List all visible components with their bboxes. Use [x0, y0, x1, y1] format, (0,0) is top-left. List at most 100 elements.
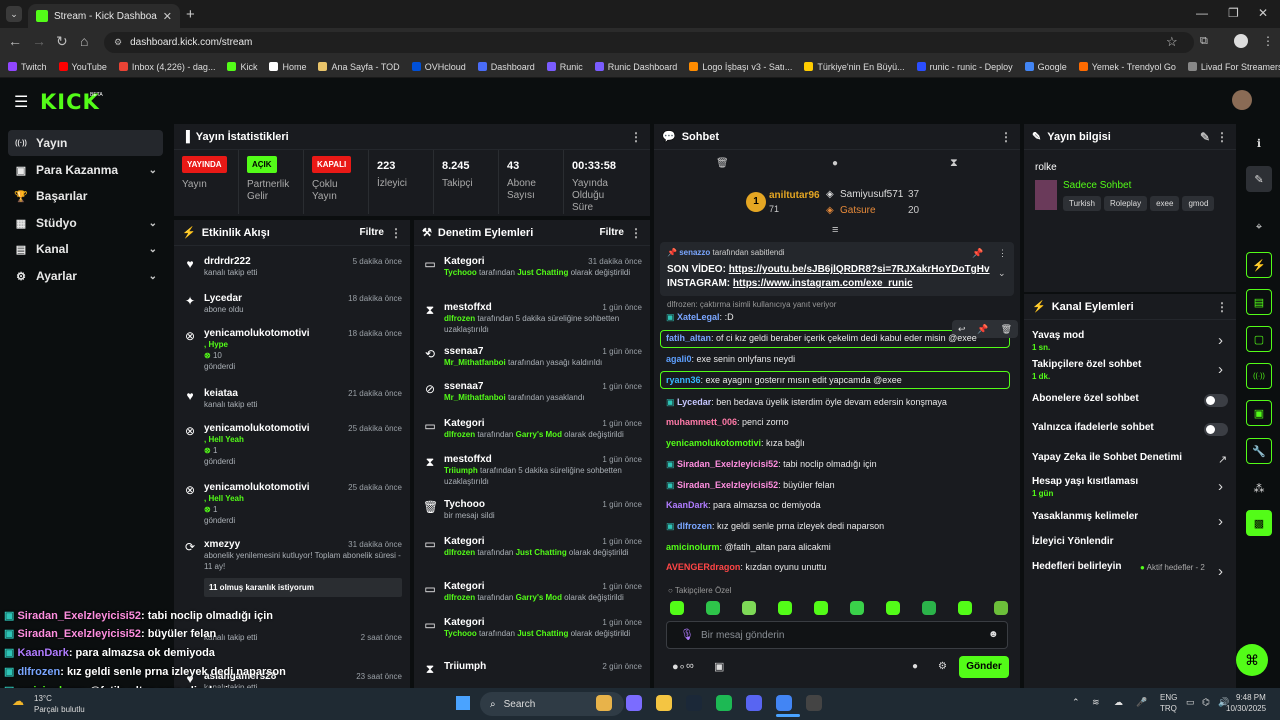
- moderator-name[interactable]: dlfrozen: [444, 314, 475, 323]
- moderator-name[interactable]: dlfrozen: [444, 548, 475, 557]
- bookmark-item[interactable]: Yemek - Trendyol Go: [1078, 62, 1176, 72]
- moderation-menu-icon[interactable]: ⋮: [630, 226, 642, 240]
- bookmark-item[interactable]: OVHcloud: [411, 62, 466, 72]
- trash-icon[interactable]: 🗑: [716, 158, 729, 169]
- emote-icon[interactable]: [958, 601, 972, 615]
- chrome-icon[interactable]: [776, 695, 792, 711]
- maximize-icon[interactable]: ❐: [1228, 6, 1239, 20]
- emote-icon[interactable]: [742, 601, 756, 615]
- steam-icon[interactable]: [686, 695, 702, 711]
- channel-action-item[interactable]: Hedefleri belirleyin: [1032, 561, 1121, 572]
- chat-username[interactable]: ryann36: [666, 375, 701, 385]
- bookmark-item[interactable]: YouTube: [58, 62, 107, 72]
- bookmark-item[interactable]: Home: [269, 62, 306, 72]
- bookmark-item[interactable]: Google: [1024, 62, 1067, 72]
- browser-menu-icon[interactable]: ⋮: [1262, 34, 1274, 48]
- stream-tag[interactable]: Roleplay: [1103, 196, 1148, 211]
- bookmark-item[interactable]: Livad For Streamers: [1187, 62, 1280, 72]
- store-icon[interactable]: ▣: [714, 660, 724, 673]
- chevron-right-icon[interactable]: ›: [1218, 513, 1223, 530]
- chat-message[interactable]: AVENGERdragon: kızdan oyunu unuttu: [666, 562, 826, 572]
- points-icon[interactable]: ●∘: [672, 660, 686, 673]
- sidebar-item-1[interactable]: ▣ Para Kazanma ⌄: [8, 157, 163, 183]
- channel-action-item[interactable]: Hesap yaşı kısıtlaması 1 gün: [1032, 476, 1138, 498]
- bookmark-item[interactable]: Logo İşbaşı v3 - Satı...: [689, 62, 792, 72]
- chat-message[interactable]: yenicamolukotomotivi: kıza bağlı: [666, 438, 805, 448]
- chat-username[interactable]: Siradan_Exelzleyicisi52: [677, 480, 778, 490]
- hourglass-icon[interactable]: ⧗: [950, 157, 958, 170]
- chat-message[interactable]: amicinolurm: @fatih_altan para alicakmi: [666, 542, 831, 552]
- moderator-name[interactable]: dlfrozen: [444, 593, 475, 602]
- back-icon[interactable]: ←: [8, 33, 22, 49]
- chat-username[interactable]: AVENGERdragon: [666, 562, 740, 572]
- activity-filter-button[interactable]: Filtre: [360, 227, 384, 238]
- moderator-name[interactable]: dlfrozen: [444, 430, 475, 439]
- extension-icon[interactable]: ▩: [1246, 510, 1272, 536]
- help-button[interactable]: ⌘: [1236, 644, 1268, 676]
- chat-username[interactable]: Siradan_Exelzleyicisi52: [677, 459, 778, 469]
- emoji-icon[interactable]: ☻: [988, 629, 999, 640]
- lang-1[interactable]: ENG: [1160, 693, 1177, 702]
- monitor-icon[interactable]: ▭: [1186, 697, 1195, 708]
- bookmark-item[interactable]: Ana Sayfa - TOD: [318, 62, 400, 72]
- emote-icon[interactable]: [778, 601, 792, 615]
- chat-username[interactable]: Lycedar: [677, 397, 711, 407]
- chat-settings-icon[interactable]: ⚙: [938, 661, 947, 672]
- emote-icon[interactable]: [706, 601, 720, 615]
- delete-message-icon[interactable]: 🗑: [1001, 324, 1012, 335]
- chat-username[interactable]: fatih_altan: [666, 333, 711, 343]
- moderator-name[interactable]: Triiumph: [444, 466, 478, 475]
- emote-icon[interactable]: [814, 601, 828, 615]
- stream-info-edit-icon[interactable]: ✎: [1200, 130, 1210, 144]
- lang-2[interactable]: TRQ: [1160, 704, 1177, 713]
- browser-tab[interactable]: Stream - Kick Dashboard ✕: [28, 4, 180, 28]
- taskbar-app-icon[interactable]: [596, 695, 612, 711]
- chat-username[interactable]: muhammett_006: [666, 417, 737, 427]
- chat-message[interactable]: ryann36: exe ayagını gosterır mısın edit…: [666, 375, 902, 385]
- pinned-menu-icon[interactable]: ⋮: [998, 248, 1007, 259]
- toggle-switch[interactable]: [1204, 394, 1228, 407]
- chat-username[interactable]: amicinolurm: [666, 542, 720, 552]
- moderator-name[interactable]: Mr_Mithatfanboi: [444, 393, 506, 402]
- cloud-icon[interactable]: ☁: [1114, 697, 1123, 708]
- channel-action-item[interactable]: Yapay Zeka ile Sohbet Denetimi: [1032, 452, 1182, 463]
- chat-users-icon[interactable]: ●: [912, 661, 918, 672]
- chevron-right-icon[interactable]: ›: [1218, 361, 1223, 378]
- chat-username[interactable]: yenicamolukotomotivi: [666, 438, 761, 448]
- spotify-icon[interactable]: [716, 695, 732, 711]
- broadcast-icon[interactable]: ((·)): [1246, 363, 1272, 389]
- share-icon[interactable]: ⁂: [1246, 475, 1272, 501]
- moderation-filter-button[interactable]: Filtre: [600, 227, 624, 238]
- stream-tag[interactable]: Turkish: [1063, 196, 1101, 211]
- infinity-icon[interactable]: ∞: [686, 660, 694, 672]
- toggle-switch[interactable]: [1204, 423, 1228, 436]
- profile-icon[interactable]: [1234, 34, 1248, 48]
- volume-icon[interactable]: 🔊: [1218, 697, 1229, 708]
- hamburger-menu-icon[interactable]: ☰: [14, 92, 28, 112]
- wrench-icon[interactable]: 🔧: [1246, 438, 1272, 464]
- chat-message[interactable]: ▣ Lycedar: ben bedava üyelik isterdim öy…: [666, 397, 947, 408]
- pin-message-icon[interactable]: 📌: [977, 324, 988, 335]
- pin-icon[interactable]: 📌: [972, 248, 983, 259]
- activity-menu-icon[interactable]: ⋮: [390, 226, 402, 240]
- bookmark-item[interactable]: Türkiye'nin En Büyü...: [804, 62, 905, 72]
- chat-message[interactable]: ▣ XateLegal: :D: [666, 312, 734, 323]
- sidebar-item-0[interactable]: ((·)) Yayın: [8, 130, 163, 156]
- bookmark-item[interactable]: Dashboard: [477, 62, 535, 72]
- moderator-name[interactable]: Mr_Mithatfanboi: [444, 358, 506, 367]
- bookmark-item[interactable]: Inbox (4,226) - dag...: [118, 62, 215, 72]
- chat-username[interactable]: agali0: [666, 354, 692, 364]
- emote-icon[interactable]: [670, 601, 684, 615]
- forward-icon[interactable]: →: [32, 33, 46, 49]
- extensions-icon[interactable]: ⧉: [1200, 35, 1208, 48]
- document-icon[interactable]: ▤: [1246, 289, 1272, 315]
- chat-message[interactable]: fatih_altan: of ci kız geldi beraber içe…: [666, 333, 977, 343]
- stream-tag[interactable]: exee: [1150, 196, 1180, 211]
- channel-action-item[interactable]: İzleyici Yönlendir: [1032, 536, 1114, 547]
- copilot-icon[interactable]: [626, 695, 642, 711]
- channel-action-item[interactable]: Abonelere özel sohbet: [1032, 393, 1139, 404]
- sidebar-item-4[interactable]: ▤ Kanal ⌄: [8, 236, 163, 262]
- microphone-icon[interactable]: 🎙: [680, 628, 694, 641]
- emote-icon[interactable]: [886, 601, 900, 615]
- chevron-right-icon[interactable]: ›: [1218, 563, 1223, 580]
